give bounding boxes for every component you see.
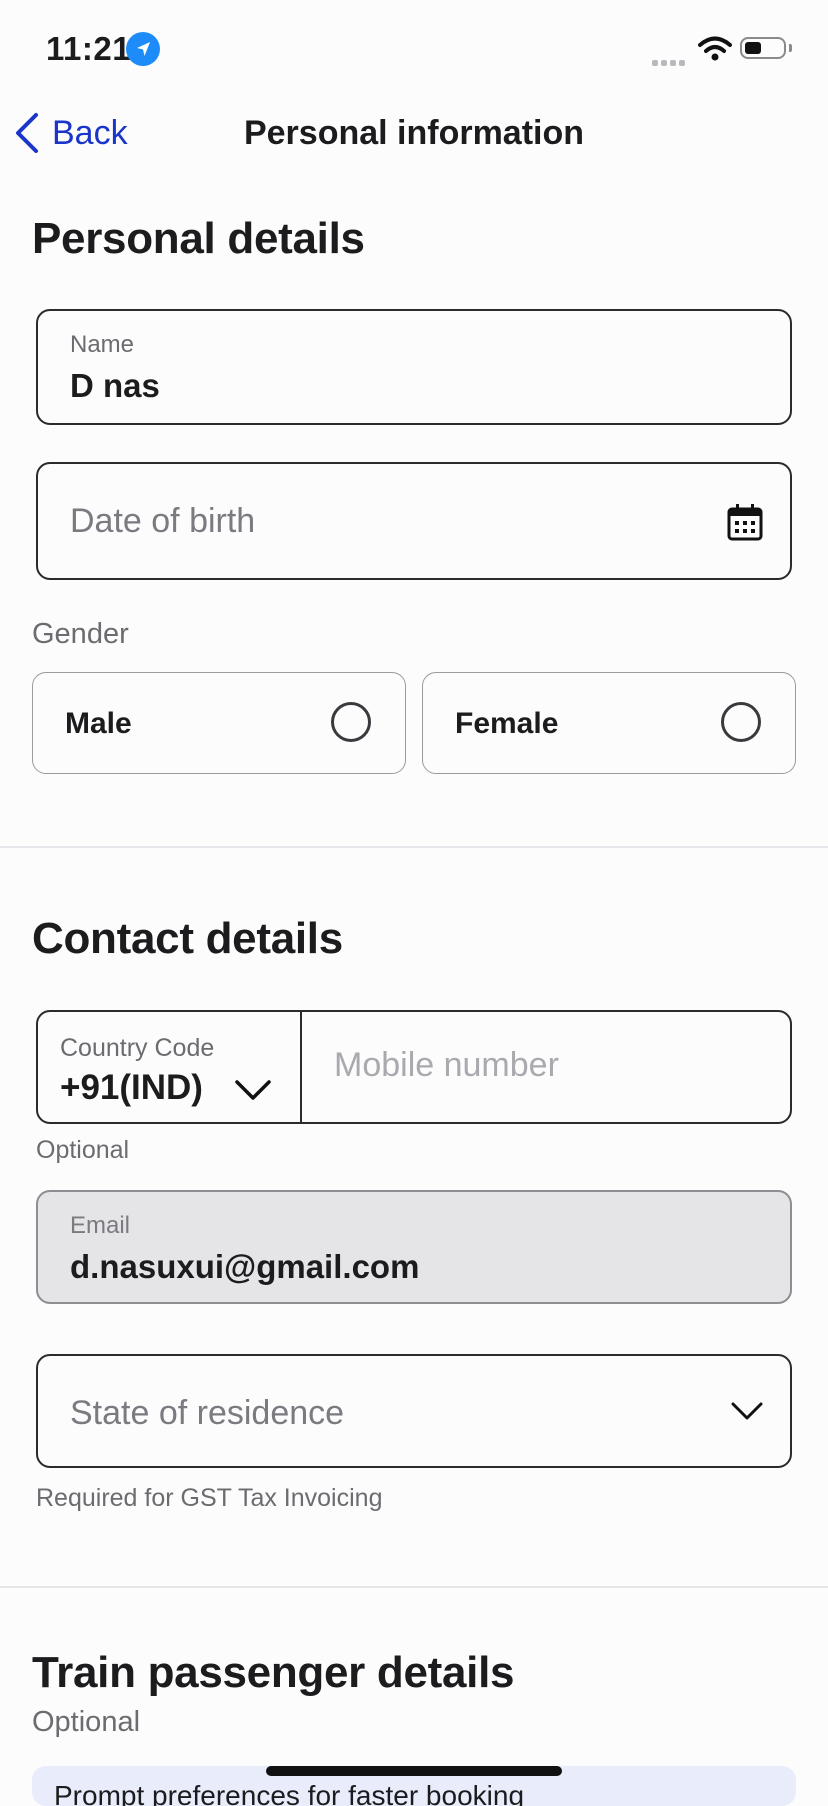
radio-circle-icon[interactable] (721, 702, 761, 742)
gender-option-label: Male (65, 707, 132, 740)
home-indicator (266, 1766, 562, 1776)
section-divider (0, 1586, 828, 1588)
battery-tip (789, 44, 792, 52)
page-title: Personal information (0, 114, 828, 153)
mobile-number-input[interactable]: Mobile number (334, 1046, 559, 1085)
wifi-icon (698, 36, 732, 67)
train-passenger-heading: Train passenger details (32, 1648, 515, 1697)
page-title-text: Personal information (243, 114, 585, 152)
train-passenger-subtitle: Optional (32, 1706, 141, 1738)
gender-label: Gender (32, 618, 129, 650)
name-field[interactable]: Name D nas (36, 309, 792, 425)
gender-option-male[interactable]: Male (32, 672, 406, 774)
status-time: 11:21 (46, 30, 132, 67)
name-value: D nas (70, 367, 160, 404)
gender-option-female[interactable]: Female (422, 672, 796, 774)
state-helper-text: Required for GST Tax Invoicing (36, 1484, 383, 1512)
date-of-birth-field[interactable]: Date of birth (36, 462, 792, 580)
gender-option-label: Female (455, 707, 559, 740)
mobile-helper-text: Optional (36, 1136, 130, 1164)
email-value: d.nasuxui@gmail.com (70, 1248, 420, 1285)
calendar-icon[interactable] (726, 502, 764, 547)
date-of-birth-placeholder: Date of birth (70, 502, 256, 540)
state-of-residence-placeholder: State of residence (70, 1394, 345, 1432)
location-arrow-icon (126, 32, 160, 66)
info-banner-text: Prompt preferences for faster booking (54, 1780, 525, 1806)
name-label: Name (70, 331, 135, 358)
country-code-select[interactable]: Country Code +91(IND) (38, 1012, 302, 1122)
cellular-signal-icon (652, 53, 690, 66)
email-label: Email (70, 1212, 131, 1239)
section-divider (0, 846, 828, 848)
battery-icon (740, 37, 786, 59)
radio-circle-icon[interactable] (331, 702, 371, 742)
personal-details-heading: Personal details (32, 214, 365, 263)
chevron-down-icon (235, 1080, 271, 1100)
country-code-label: Country Code (60, 1034, 215, 1062)
country-code-value: +91(IND) (60, 1068, 203, 1107)
phone-field: Country Code +91(IND) Mobile number (36, 1010, 792, 1124)
chevron-down-icon (731, 1402, 763, 1420)
state-of-residence-select[interactable]: State of residence (36, 1354, 792, 1468)
contact-details-heading: Contact details (32, 914, 343, 963)
email-field: Email d.nasuxui@gmail.com (36, 1190, 792, 1304)
